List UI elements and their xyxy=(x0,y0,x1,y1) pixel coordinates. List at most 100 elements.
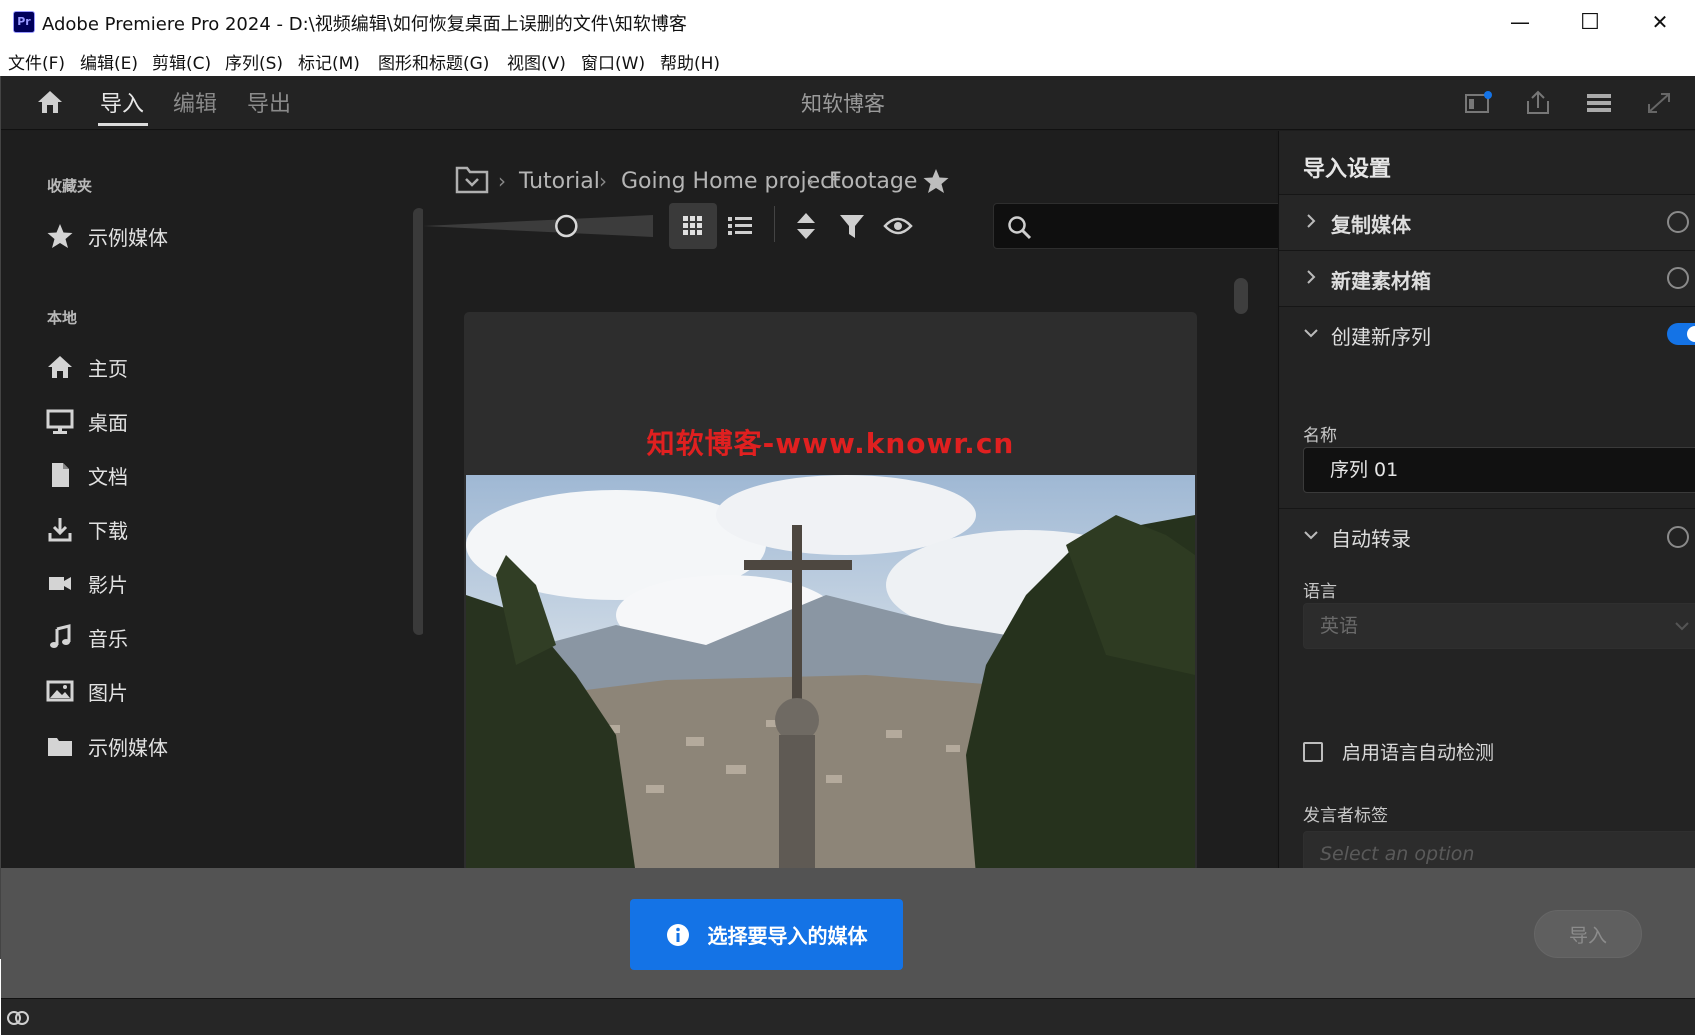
sidebar-item-music[interactable]: 音乐 xyxy=(46,619,386,655)
menu-bar: 文件(F) 编辑(E) 剪辑(C) 序列(S) 标记(M) 图形和标题(G) 视… xyxy=(0,44,1695,76)
footage-thumbnail-image xyxy=(466,475,1195,872)
sequence-name-field[interactable]: 序列 01 xyxy=(1303,447,1695,493)
menu-help[interactable]: 帮助(H) xyxy=(660,49,720,74)
copy-media-toggle[interactable] xyxy=(1667,211,1689,233)
auto-transcribe-label: 自动转录 xyxy=(1331,527,1411,551)
project-name: 知软博客 xyxy=(801,92,885,116)
sidebar-item-desktop[interactable]: 桌面 xyxy=(46,403,386,439)
chevron-down-icon[interactable] xyxy=(1303,325,1319,341)
home-icon[interactable] xyxy=(36,89,64,115)
sidebar-item-label: 音乐 xyxy=(88,626,128,651)
preview-eye-icon[interactable] xyxy=(883,214,913,238)
breadcrumb-footage[interactable]: Footage xyxy=(829,169,917,194)
auto-transcribe-section: 自动转录 xyxy=(1279,508,1695,564)
speaker-label: 发言者标签 xyxy=(1303,806,1388,826)
premiere-workspace: 导入 编辑 导出 知软博客 收藏夹 示例媒体 本地 主页 桌面 文档 下载 影片… xyxy=(0,76,1695,1035)
sidebar-item-label: 示例媒体 xyxy=(88,225,168,250)
sort-icon[interactable] xyxy=(794,211,818,241)
chevron-down-icon[interactable] xyxy=(1303,527,1319,543)
sidebar-item-sample-media[interactable]: 示例媒体 xyxy=(46,728,386,764)
media-browser: › Tutorial › Going Home project › Footag… xyxy=(423,131,1283,872)
browser-scrollbar[interactable] xyxy=(1234,278,1248,314)
sidebar-item-documents[interactable]: 文档 xyxy=(46,457,386,493)
tab-export[interactable]: 导出 xyxy=(247,86,291,118)
new-bin-toggle[interactable] xyxy=(1667,267,1689,289)
slider-knob[interactable] xyxy=(555,214,578,238)
fullscreen-icon[interactable] xyxy=(1644,89,1674,117)
breadcrumb-tutorial[interactable]: Tutorial xyxy=(519,169,600,194)
copy-media-section[interactable]: 复制媒体 xyxy=(1279,194,1695,250)
quick-export-icon[interactable] xyxy=(1463,89,1493,117)
breadcrumb-separator: › xyxy=(498,169,506,193)
chevron-right-icon xyxy=(1307,270,1316,284)
home-icon xyxy=(48,356,72,378)
import-footer: 选择要导入的媒体 导入 xyxy=(1,868,1695,998)
menu-file[interactable]: 文件(F) xyxy=(8,49,65,74)
folder-dropdown-icon[interactable] xyxy=(455,164,489,194)
sidebar-item-label: 桌面 xyxy=(88,410,128,435)
share-icon[interactable] xyxy=(1523,89,1553,117)
language-label: 语言 xyxy=(1303,582,1337,602)
media-thumbnail-card[interactable]: 知软博客-www.knowr.cn xyxy=(464,312,1197,872)
sidebar-item-movies[interactable]: 影片 xyxy=(46,565,386,601)
auto-detect-checkbox[interactable] xyxy=(1303,742,1323,762)
premiere-app-icon: Pr xyxy=(13,11,35,33)
auto-transcribe-toggle[interactable] xyxy=(1667,526,1689,548)
sidebar-item-label: 影片 xyxy=(88,572,128,597)
desktop-icon xyxy=(46,409,74,434)
sidebar-item-pictures[interactable]: 图片 xyxy=(46,673,386,709)
breadcrumb-separator: › xyxy=(599,169,607,193)
menu-view[interactable]: 视图(V) xyxy=(507,49,566,74)
list-view-icon[interactable] xyxy=(726,213,754,239)
sidebar-item-sample-media-favorite[interactable]: 示例媒体 xyxy=(46,218,386,254)
sidebar-item-label: 示例媒体 xyxy=(88,735,168,760)
select-media-button[interactable]: 选择要导入的媒体 xyxy=(630,899,903,970)
new-bin-label: 新建素材箱 xyxy=(1331,269,1431,293)
grid-view-button[interactable] xyxy=(669,203,717,249)
menu-edit[interactable]: 编辑(E) xyxy=(80,49,138,74)
folder-icon xyxy=(48,738,72,756)
sidebar-item-home[interactable]: 主页 xyxy=(46,349,386,385)
document-icon xyxy=(52,463,69,487)
breadcrumb-separator: › xyxy=(807,169,815,193)
select-media-label: 选择要导入的媒体 xyxy=(707,924,868,948)
filter-icon[interactable] xyxy=(838,212,866,240)
sequence-name-label: 名称 xyxy=(1303,426,1337,446)
menu-graphics[interactable]: 图形和标题(G) xyxy=(378,49,489,74)
star-icon xyxy=(47,224,73,248)
minimize-button[interactable]: — xyxy=(1485,0,1555,44)
picture-icon xyxy=(46,680,74,702)
favorite-star-icon[interactable] xyxy=(922,167,950,195)
import-button[interactable]: 导入 xyxy=(1534,910,1642,958)
sidebar-item-downloads[interactable]: 下载 xyxy=(46,511,386,547)
sidebar-item-label: 主页 xyxy=(88,356,128,381)
search-input[interactable] xyxy=(993,203,1283,249)
maximize-button[interactable]: ☐ xyxy=(1555,0,1625,44)
info-icon xyxy=(666,923,689,946)
search-icon xyxy=(1008,216,1032,240)
new-bin-section[interactable]: 新建素材箱 xyxy=(1279,250,1695,306)
active-tab-indicator xyxy=(98,123,148,126)
workspaces-icon[interactable] xyxy=(1584,89,1614,117)
tab-import[interactable]: 导入 xyxy=(100,86,144,118)
thumbnail-size-slider[interactable] xyxy=(423,211,663,241)
toolbar-divider xyxy=(774,206,775,242)
grid-view-icon xyxy=(683,216,702,235)
import-settings-panel: 导入设置 复制媒体 新建素材箱 创建新序列 名称 序列 01 自动转录 语言 英… xyxy=(1278,131,1695,877)
menu-markers[interactable]: 标记(M) xyxy=(298,49,360,74)
import-settings-title: 导入设置 xyxy=(1303,157,1392,182)
menu-window[interactable]: 窗口(W) xyxy=(581,49,645,74)
chevron-right-icon xyxy=(1307,214,1316,228)
tab-edit[interactable]: 编辑 xyxy=(173,86,217,118)
creative-cloud-icon[interactable] xyxy=(6,1006,30,1028)
local-heading: 本地 xyxy=(47,309,78,327)
menu-clip[interactable]: 剪辑(C) xyxy=(152,49,211,74)
language-dropdown[interactable]: 英语 xyxy=(1303,603,1695,649)
menu-sequence[interactable]: 序列(S) xyxy=(225,49,283,74)
create-sequence-toggle[interactable] xyxy=(1667,323,1695,345)
video-camera-icon xyxy=(49,577,71,590)
window-title: Adobe Premiere Pro 2024 - D:\视频编辑\如何恢复桌面… xyxy=(42,14,687,35)
copy-media-label: 复制媒体 xyxy=(1331,213,1411,237)
auto-detect-label: 启用语言自动检测 xyxy=(1342,742,1495,764)
close-button[interactable]: ✕ xyxy=(1625,0,1695,44)
